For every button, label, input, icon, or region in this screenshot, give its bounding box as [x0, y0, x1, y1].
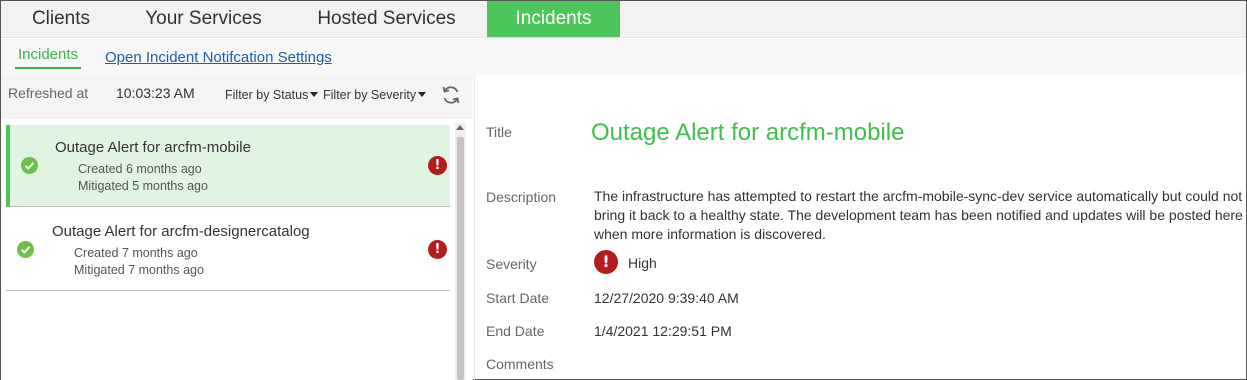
tab-incidents[interactable]: Incidents: [487, 1, 620, 37]
comments-label: Comments: [486, 356, 554, 372]
title-label: Title: [486, 124, 512, 140]
scroll-thumb[interactable]: [457, 137, 464, 380]
app-frame: Clients Your Services Hosted Services In…: [0, 0, 1247, 380]
alert-icon: !: [594, 250, 618, 274]
incident-mitigated: Mitigated 7 months ago: [74, 263, 204, 277]
check-circle-icon: [17, 241, 34, 258]
incident-created: Created 7 months ago: [74, 246, 198, 260]
refreshed-time: 10:03:23 AM: [116, 85, 195, 101]
incident-mitigated: Mitigated 5 months ago: [78, 179, 208, 193]
incident-item[interactable]: Outage Alert for arcfm-designercatalog C…: [6, 209, 450, 291]
incident-description: The infrastructure has attempted to rest…: [594, 188, 1243, 242]
list-toolbar: Refreshed at 10:03:23 AM Filter by Statu…: [1, 75, 473, 119]
severity-label: Severity: [486, 256, 537, 272]
tab-hosted-services[interactable]: Hosted Services: [286, 1, 487, 37]
end-date-label: End Date: [486, 323, 545, 339]
refreshed-label: Refreshed at: [8, 85, 89, 101]
notification-settings-link[interactable]: Open Incident Notifcation Settings: [105, 49, 332, 66]
incident-detail-panel: Title Outage Alert for arcfm-mobile Desc…: [475, 75, 1246, 380]
subtab-incidents[interactable]: Incidents: [15, 46, 82, 69]
end-date-value: 1/4/2021 12:29:51 PM: [594, 323, 732, 339]
incident-detail-title: Outage Alert for arcfm-mobile: [591, 119, 905, 146]
filter-severity-label: Filter by Severity: [323, 88, 417, 102]
scroll-up-arrow-icon[interactable]: [456, 125, 464, 130]
incident-created: Created 6 months ago: [78, 162, 202, 176]
description-label: Description: [486, 189, 557, 205]
sub-navigation: Incidents Open Incident Notifcation Sett…: [1, 39, 1246, 75]
tab-your-services[interactable]: Your Services: [121, 1, 286, 37]
start-date-label: Start Date: [486, 290, 550, 306]
severity-value: High: [628, 255, 657, 271]
incident-title: Outage Alert for arcfm-mobile: [55, 139, 251, 156]
incident-list-panel: Refreshed at 10:03:23 AM Filter by Statu…: [1, 75, 473, 380]
tab-clients[interactable]: Clients: [1, 1, 121, 37]
check-circle-icon: [21, 157, 38, 174]
list-scrollbar[interactable]: [455, 123, 466, 380]
incident-title: Outage Alert for arcfm-designercatalog: [52, 223, 310, 240]
caret-down-icon: [310, 92, 319, 97]
filter-status-label: Filter by Status: [225, 88, 309, 102]
incident-list: Outage Alert for arcfm-mobile Created 6 …: [1, 119, 473, 380]
filter-by-status-dropdown[interactable]: Filter by Status: [225, 88, 319, 102]
refresh-icon[interactable]: [440, 84, 462, 106]
alert-icon: !: [428, 156, 447, 175]
caret-down-icon: [418, 92, 427, 97]
top-tab-bar: Clients Your Services Hosted Services In…: [1, 1, 1246, 38]
filter-by-severity-dropdown[interactable]: Filter by Severity: [323, 88, 427, 102]
start-date-value: 12/27/2020 9:39:40 AM: [594, 290, 739, 306]
incident-item[interactable]: Outage Alert for arcfm-mobile Created 6 …: [6, 125, 450, 207]
alert-icon: !: [428, 240, 447, 259]
